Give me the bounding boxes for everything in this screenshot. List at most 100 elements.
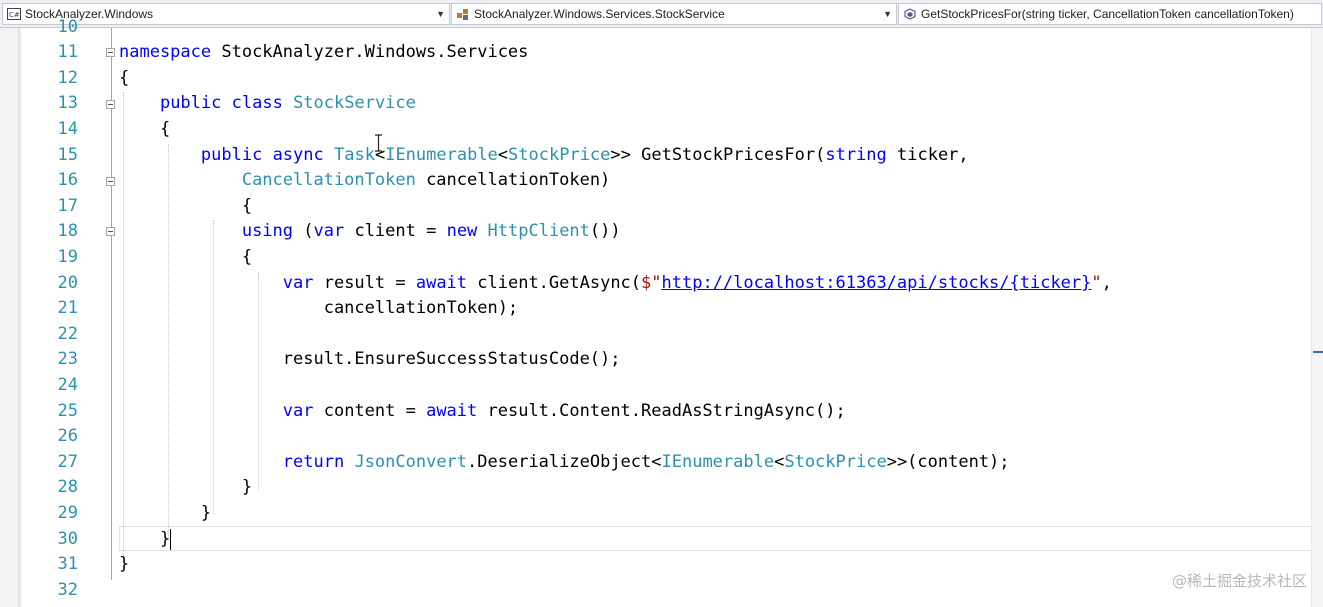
code-text: { [241,196,253,216]
scroll-position-marker [1313,351,1323,353]
keyword: string [825,145,887,165]
line-number: 30 [57,529,78,549]
svg-text:C#: C# [9,11,20,19]
type-name: StockPrice [508,145,611,165]
keyword: async [272,145,324,165]
code-text: { [119,68,130,88]
code-line-14: { [119,117,170,143]
code-text: content = [313,401,427,421]
line-number-gutter: 10 11 12 13 14 15 16 17 18 19 20 21 22 2… [22,17,84,607]
line-number: 13 [57,93,78,113]
chevron-down-icon[interactable]: ▼ [883,9,892,19]
line-number: 11 [57,42,78,62]
vertical-scrollbar[interactable] [1311,28,1323,607]
collapse-toggle-icon[interactable] [106,227,115,236]
line-number: 18 [57,221,78,241]
keyword: public [200,145,263,165]
line-number: 25 [57,401,78,421]
code-text: } [241,477,253,497]
text-caret [170,528,172,550]
code-line-13: public class StockService [119,91,416,117]
line-number: 24 [57,375,78,395]
outline-line [111,28,112,580]
code-line-19: { [119,245,252,271]
line-number: 29 [57,503,78,523]
code-line-11: namespace StockAnalyzer.Windows.Services [119,40,528,66]
keyword: class [231,93,283,113]
project-label: StockAnalyzer.Windows [25,7,154,21]
keyword: var [313,221,345,241]
chevron-down-icon[interactable]: ▼ [436,9,445,19]
code-text: } [159,529,171,549]
code-text: < [497,145,509,165]
code-line-21: cancellationToken); [119,296,518,322]
code-line-30: } [119,527,172,553]
line-number: 23 [57,349,78,369]
type-name: IEnumerable [661,452,775,472]
line-number: 17 [57,196,78,216]
line-number: 26 [57,426,78,446]
code-text: { [159,119,171,139]
type-name: IEnumerable [385,145,498,165]
code-text: < [774,452,785,472]
collapse-toggle-icon[interactable] [106,48,115,57]
member-label: GetStockPricesFor(string ticker, Cancell… [921,7,1294,21]
line-number: 22 [57,324,78,344]
code-line-20: var result = await client.GetAsync($"htt… [119,271,1112,297]
line-number: 21 [57,298,78,318]
code-text: result.EnsureSuccessStatusCode(); [282,349,621,369]
code-line-28: } [119,475,252,501]
collapse-toggle-icon[interactable] [106,100,115,109]
code-text: cancellationToken); [323,298,519,318]
url-link[interactable]: http://localhost:61363/api/stocks/{ticke… [662,273,1092,293]
type-name: StockService [293,93,416,113]
code-text: >> GetStockPricesFor( [610,145,826,165]
collapse-toggle-icon[interactable] [106,177,115,186]
code-text: >>(content); [886,452,1010,472]
line-number: 32 [57,580,78,600]
code-line-23: result.EnsureSuccessStatusCode(); [119,347,621,373]
watermark: @稀土掘金技术社区 [1171,572,1307,590]
type-dropdown[interactable]: StockAnalyzer.Windows.Services.StockServ… [451,3,897,25]
type-name: Task [334,145,375,165]
code-text: .DeserializeObject< [467,452,662,472]
type-name: CancellationToken [241,170,416,190]
type-label: StockAnalyzer.Windows.Services.StockServ… [474,7,725,21]
string-literal: $" [641,273,662,293]
code-text: , [1101,273,1112,293]
code-editor[interactable]: 10 11 12 13 14 15 16 17 18 19 20 21 22 2… [0,17,1323,607]
keyword: namespace [119,42,212,62]
code-text: ticker, [886,145,969,165]
code-line-16: CancellationToken cancellationToken) [119,168,610,194]
type-name: StockPrice [784,452,887,472]
line-number: 14 [57,119,78,139]
line-number: 31 [57,554,78,574]
keyword: await [426,401,478,421]
line-number: 27 [57,452,78,472]
code-line-12: { [119,66,129,92]
keyword: public [159,93,222,113]
indicator-margin [0,28,22,607]
code-text: client = [344,221,447,241]
keyword: return [282,452,345,472]
keyword: var [282,401,314,421]
code-text: } [200,503,212,523]
code-line-15: public async Task<IEnumerable<StockPrice… [119,143,969,169]
current-line-highlight [119,526,1314,551]
code-line-25: var content = await result.Content.ReadA… [119,399,846,425]
code-text: ()) [589,221,621,241]
method-icon [903,7,917,21]
line-number: 12 [57,68,78,88]
ibeam-cursor-icon [374,134,383,156]
type-name: JsonConvert [354,452,468,472]
code-line-31: } [119,552,129,578]
code-text: client.GetAsync( [467,273,642,293]
code-text: cancellationToken) [415,170,611,190]
keyword: using [241,221,294,241]
member-dropdown[interactable]: GetStockPricesFor(string ticker, Cancell… [898,3,1322,25]
code-line-18: using (var client = new HttpClient()) [119,219,621,245]
keyword: new [446,221,478,241]
line-number: 20 [57,273,78,293]
code-line-27: return JsonConvert.DeserializeObject<IEn… [119,450,1010,476]
line-number: 28 [57,477,78,497]
